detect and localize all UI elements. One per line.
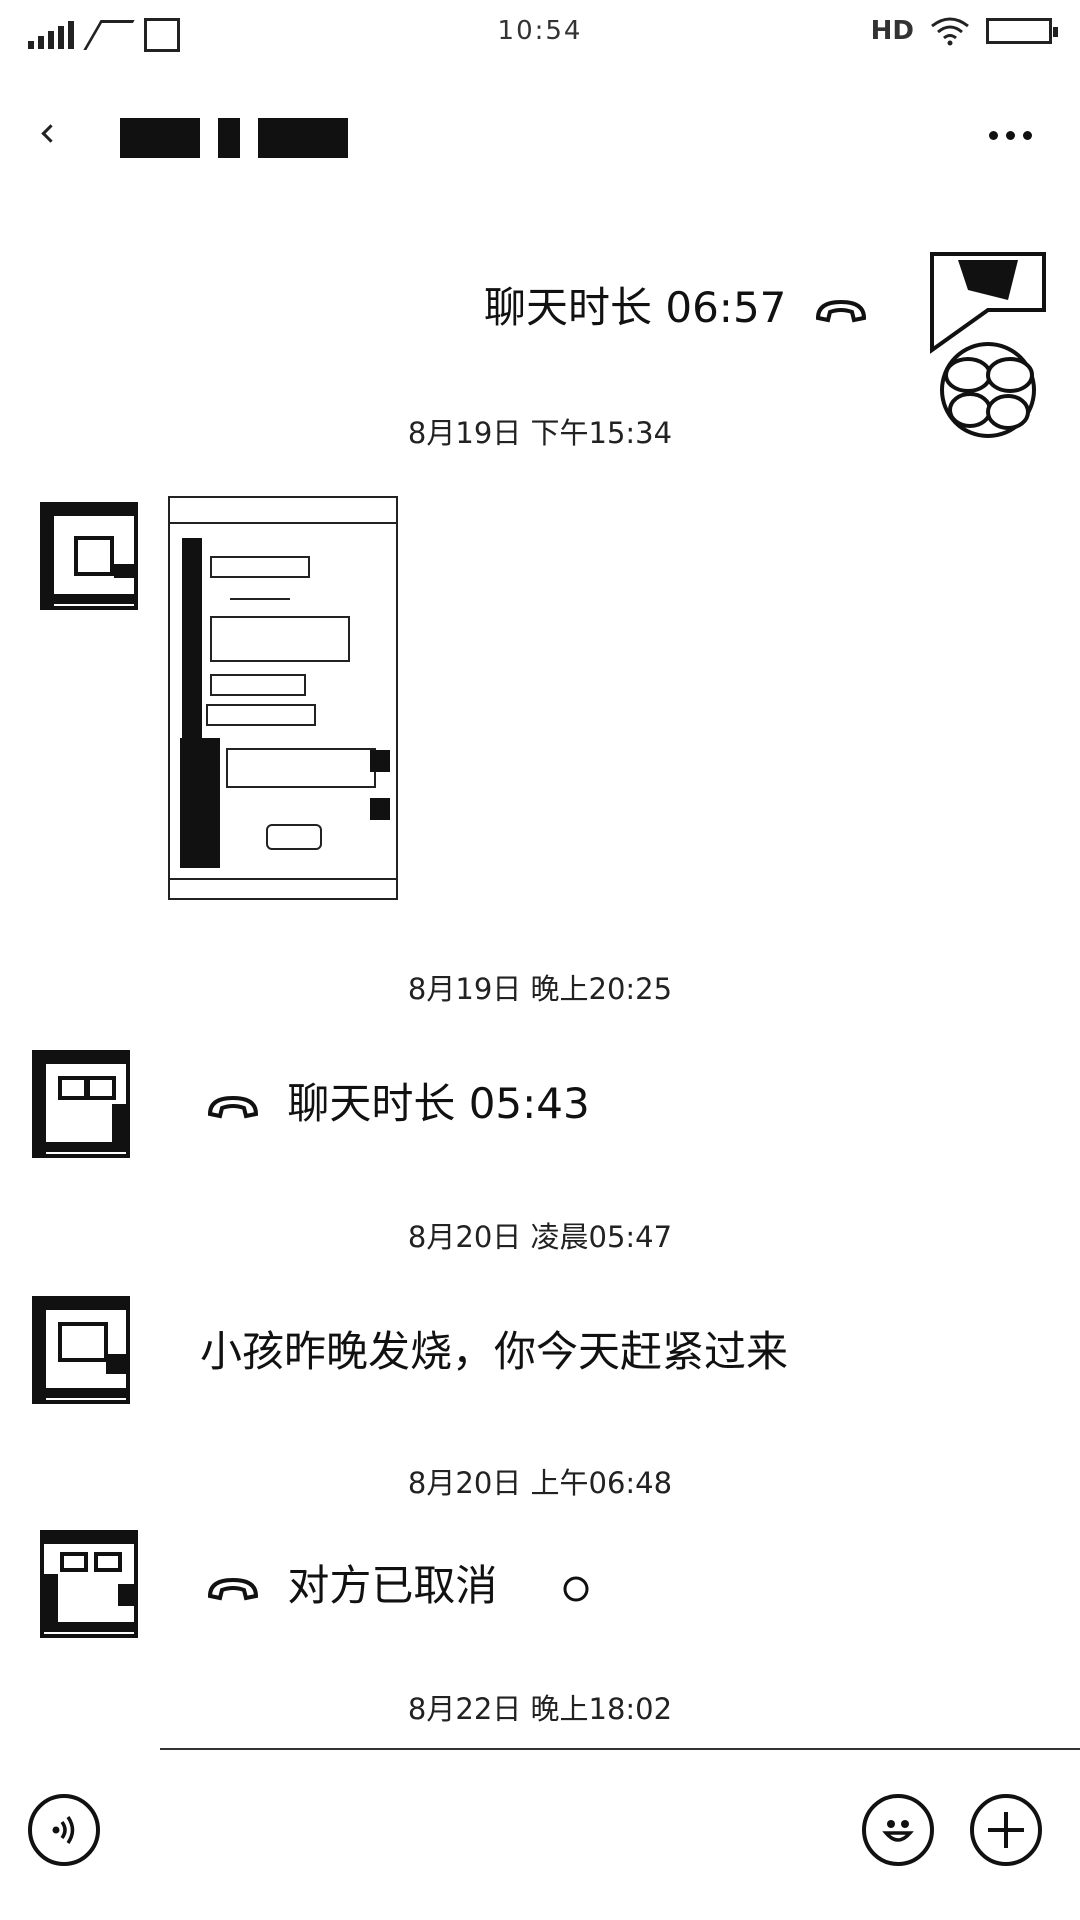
input-bar (0, 1748, 1080, 1920)
text-message[interactable]: 小孩昨晚发烧，你今天赶紧过来 (200, 1322, 788, 1382)
timestamp: 8月19日 晚上20:25 (407, 972, 673, 1006)
image-message-thumbnail[interactable] (168, 496, 398, 900)
thumb-status-bar (170, 498, 396, 524)
status-right: HD (870, 16, 1058, 46)
network-label: HD (870, 16, 914, 46)
timestamp: 8月20日 凌晨05:47 (407, 1220, 673, 1254)
status-bar: 10:54 HD (0, 0, 1080, 76)
more-icon (988, 130, 998, 140)
timestamp: 8月22日 晚上18:02 (407, 1692, 673, 1726)
more-button[interactable] (980, 110, 1040, 160)
contact-avatar[interactable] (40, 1530, 138, 1638)
plus-icon (988, 1812, 1024, 1848)
back-button[interactable] (20, 98, 80, 168)
contact-avatar[interactable] (32, 1296, 130, 1404)
chat-screen: 10:54 HD 聊天时长 06:57 8月19日 下午15:34 8月19日 … (0, 0, 1080, 1920)
voice-icon (52, 1816, 75, 1844)
timestamp: 8月19日 下午15:34 (407, 416, 673, 450)
phone-hangup-icon (815, 299, 866, 322)
emoji-button[interactable] (862, 1794, 934, 1866)
phone-hangup-icon (207, 1577, 259, 1600)
call-duration-text: 聊天时长 05:43 (287, 1079, 590, 1128)
voice-button[interactable] (28, 1794, 100, 1866)
nav-bar (0, 76, 1080, 196)
call-message-cancelled[interactable]: 对方已取消 (206, 1556, 593, 1616)
phone-hangup-icon (207, 1095, 259, 1118)
contact-avatar[interactable] (32, 1050, 130, 1158)
battery-icon (986, 18, 1058, 44)
wifi-icon (931, 17, 969, 46)
input-divider (160, 1748, 1080, 1750)
call-status-text: 对方已取消 (287, 1561, 498, 1610)
contact-avatar[interactable] (40, 502, 138, 610)
timestamp: 8月20日 上午06:48 (407, 1466, 673, 1500)
contact-name-redacted (120, 114, 348, 162)
plus-button[interactable] (970, 1794, 1042, 1866)
call-message-right[interactable]: 聊天时长 06:57 (484, 278, 868, 338)
unread-dot-icon (563, 1576, 589, 1601)
call-message-left[interactable]: 聊天时长 05:43 (206, 1074, 590, 1134)
call-duration-text: 聊天时长 06:57 (484, 283, 787, 332)
emoji-icon (882, 1820, 914, 1842)
